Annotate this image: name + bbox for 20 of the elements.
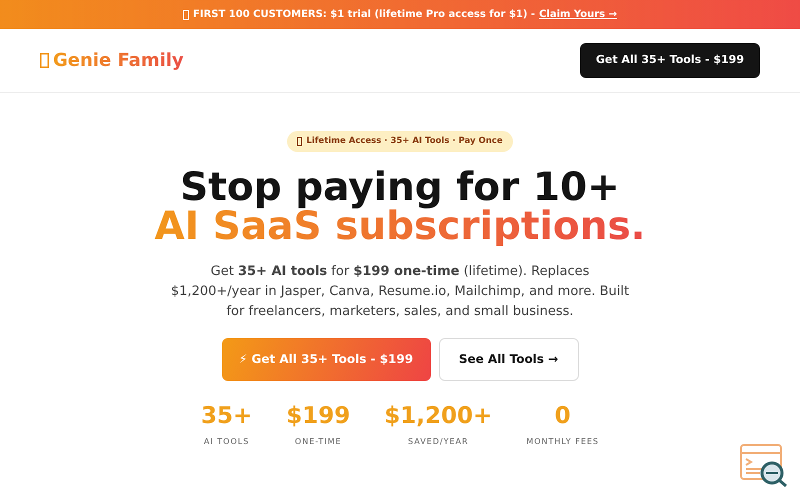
- claim-link[interactable]: Claim Yours →: [539, 7, 617, 22]
- stat-label: SAVED/YEAR: [408, 436, 469, 448]
- stat-value: $199: [286, 404, 350, 428]
- stat-label: ONE-TIME: [294, 436, 342, 448]
- glyph-box-icon: [40, 53, 49, 68]
- stat-value: $1,200+: [384, 404, 492, 428]
- stat-value: 35+: [200, 404, 252, 428]
- stat-label: MONTHLY FEES: [526, 436, 600, 448]
- announcement-text: FIRST 100 CUSTOMERS: $1 trial (lifetime Pro access for $1) -: [193, 8, 536, 22]
- hero-title: Stop paying for 10+: [180, 168, 620, 207]
- header-cta-button[interactable]: Get All 35+ Tools - $199: [580, 43, 760, 78]
- hero-description: Get 35+ AI tools for $199 one-time (lifetime). Replaces $1,200+/year in Jasper, Canva, Resume.io, Mailchimp, and more. Built for freelancers, marketers, sales, and small business.: [170, 262, 630, 321]
- glyph-box-icon: [297, 136, 302, 146]
- stat-label: AI TOOLS: [204, 436, 250, 448]
- see-tools-button[interactable]: See All Tools →: [438, 338, 578, 381]
- stat-value: 0: [554, 404, 571, 428]
- get-tools-button[interactable]: ⚡ Get All 35+ Tools - $199: [222, 338, 430, 381]
- badge-text: Lifetime Access · 35+ AI Tools · Pay Once: [306, 135, 503, 148]
- browser-search-icon[interactable]: [740, 444, 790, 488]
- glyph-box-icon: [183, 10, 190, 20]
